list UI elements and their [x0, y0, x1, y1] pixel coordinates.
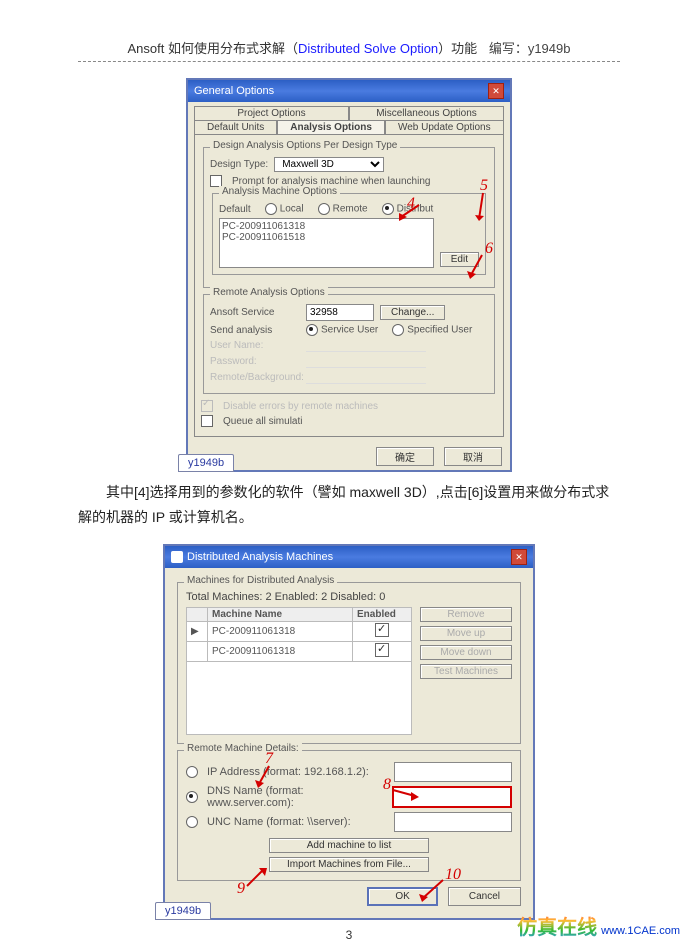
enabled-checkbox[interactable]: [375, 643, 389, 657]
remote-analysis-options-group: Remote Analysis Options Ansoft ServiceCh…: [203, 294, 495, 394]
radio-remote[interactable]: [318, 203, 330, 215]
dso-highlight: Distributed Solve Option: [298, 41, 438, 56]
totals-label: Total Machines: 2 Enabled: 2 Disabled: 0: [186, 591, 512, 603]
radio-unc[interactable]: [186, 816, 198, 828]
remove-button[interactable]: Remove: [420, 607, 512, 622]
queue-checkbox[interactable]: [201, 415, 213, 427]
tab-panel: Design Analysis Options Per Design Type …: [194, 134, 504, 437]
footer-logo: 仿真在线 www.1CAE.com: [517, 911, 680, 940]
watermark: y1949b: [178, 454, 234, 472]
tab-webupdate-options[interactable]: Web Update Options: [385, 120, 504, 134]
callout-8: 8: [383, 776, 391, 794]
callout-6: 6: [485, 240, 493, 258]
machines-group: Machines for Distributed Analysis Total …: [177, 582, 521, 744]
dialog-title: General Options: [194, 85, 274, 97]
tab-default-units[interactable]: Default Units: [194, 120, 277, 134]
design-analysis-group: Design Analysis Options Per Design Type …: [203, 147, 495, 288]
callout-10: 10: [445, 866, 461, 884]
titlebar[interactable]: Distributed Analysis Machines ✕: [165, 546, 533, 568]
dns-input[interactable]: [392, 786, 512, 808]
machines-table[interactable]: Machine NameEnabled ▶PC-200911061318 PC-…: [186, 607, 412, 735]
callout-5: 5: [480, 177, 488, 195]
tab-project-options[interactable]: Project Options: [194, 106, 349, 120]
callout-9: 9: [237, 880, 245, 898]
radio-service-user[interactable]: [306, 324, 318, 336]
watermark: y1949b: [155, 902, 211, 920]
body-paragraph: 其中[4]选择用到的参数化的软件（譬如 maxwell 3D）,点击[6]设置用…: [78, 480, 620, 530]
cancel-button[interactable]: 取消: [444, 447, 502, 466]
titlebar[interactable]: General Options ✕: [188, 80, 510, 102]
close-icon[interactable]: ✕: [488, 83, 504, 99]
tab-row-1: Project Options Miscellaneous Options: [194, 106, 504, 120]
tab-misc-options[interactable]: Miscellaneous Options: [349, 106, 504, 120]
dialog-buttons: 确定 取消: [188, 443, 510, 470]
general-options-dialog: General Options ✕ Project Options Miscel…: [186, 78, 512, 472]
radio-ip[interactable]: [186, 766, 198, 778]
app-icon: [171, 551, 183, 563]
radio-dns[interactable]: [186, 791, 198, 803]
radio-local[interactable]: [265, 203, 277, 215]
design-type-label: Design Type:: [210, 159, 268, 170]
radio-specified-user[interactable]: [392, 324, 404, 336]
side-buttons: Remove Move up Move down Test Machines: [420, 607, 512, 735]
tab-analysis-options[interactable]: Analysis Options: [277, 120, 385, 134]
remote-machine-details-group: Remote Machine Details: IP Address (form…: [177, 750, 521, 881]
change-button[interactable]: Change...: [380, 305, 445, 320]
ok-button[interactable]: 确定: [376, 447, 434, 466]
divider: [78, 61, 620, 62]
cancel-button[interactable]: Cancel: [448, 887, 521, 906]
add-machine-button[interactable]: Add machine to list: [269, 838, 429, 853]
ok-button[interactable]: OK: [367, 887, 437, 906]
movedown-button[interactable]: Move down: [420, 645, 512, 660]
import-machines-button[interactable]: Import Machines from File...: [269, 857, 429, 872]
distributed-machines-dialog: Distributed Analysis Machines ✕ Machines…: [163, 544, 535, 920]
design-type-select[interactable]: Maxwell 3D: [274, 157, 384, 172]
close-icon[interactable]: ✕: [511, 549, 527, 565]
moveup-button[interactable]: Move up: [420, 626, 512, 641]
enabled-checkbox[interactable]: [375, 623, 389, 637]
radio-distribut[interactable]: [382, 203, 394, 215]
callout-4: 4: [407, 195, 415, 213]
machines-listbox[interactable]: PC-200911061318 PC-200911061518: [219, 218, 434, 268]
table-row: ▶PC-200911061318: [187, 622, 412, 642]
ip-input[interactable]: [394, 762, 512, 782]
dialog-title: Distributed Analysis Machines: [187, 551, 333, 563]
port-input[interactable]: [306, 304, 374, 321]
tab-row-2: Default Units Analysis Options Web Updat…: [194, 120, 504, 134]
table-row: PC-200911061318: [187, 642, 412, 662]
edit-button[interactable]: Edit: [440, 252, 479, 267]
callout-7: 7: [265, 750, 273, 768]
test-button[interactable]: Test Machines: [420, 664, 512, 679]
page-header: Ansoft 如何使用分布式求解（Distributed Solve Optio…: [78, 38, 620, 57]
analysis-machine-options-group: Analysis Machine Options Default Local R…: [212, 193, 486, 275]
unc-input[interactable]: [394, 812, 512, 832]
